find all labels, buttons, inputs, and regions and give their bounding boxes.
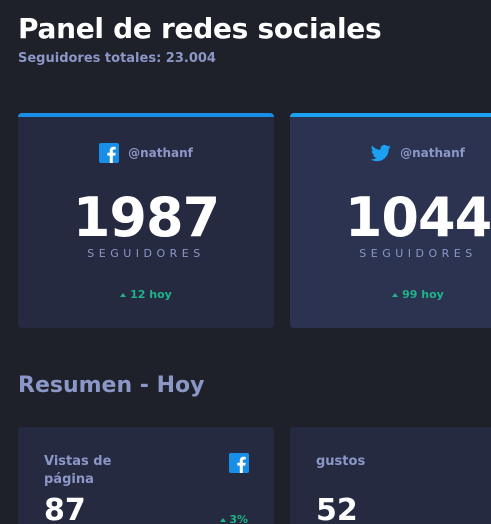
total-followers: Seguidores totales: 23.004 — [18, 51, 216, 66]
facebook-handle-text: @nathanf — [128, 146, 193, 160]
page-views-value: 87 — [44, 493, 86, 524]
page-title: Panel de redes sociales — [18, 12, 382, 45]
facebook-icon — [229, 453, 249, 477]
facebook-icon — [99, 143, 120, 163]
twitter-delta-text: 99 hoy — [402, 288, 444, 301]
up-arrow-icon — [120, 292, 127, 297]
facebook-accent-bar — [18, 113, 274, 117]
twitter-handle-text: @nathanf — [400, 146, 465, 160]
twitter-follower-delta: 99 hoy — [290, 288, 491, 301]
dashboard-page: Panel de redes sociales Seguidores total… — [0, 0, 491, 524]
likes-value: 52 — [316, 493, 358, 524]
likes-title: gustos — [316, 454, 366, 469]
facebook-follower-count: 1987 — [72, 186, 220, 249]
overview-heading: Resumen - Hoy — [18, 373, 205, 398]
up-arrow-icon — [220, 517, 227, 522]
page-views-card[interactable]: Vistas de página 87 3% — [18, 427, 274, 524]
facebook-delta-text: 12 hoy — [130, 288, 172, 301]
likes-card[interactable]: gustos 52 — [290, 427, 491, 524]
page-views-delta: 3% — [220, 513, 248, 524]
facebook-follower-delta: 12 hoy — [18, 288, 274, 301]
page-views-delta-text: 3% — [229, 513, 248, 524]
twitter-handle: @nathanf — [290, 143, 491, 163]
facebook-follower-label: SEGUIDORES — [87, 247, 205, 260]
facebook-followers-card[interactable]: @nathanf 1987 SEGUIDORES 12 hoy — [18, 113, 274, 328]
twitter-follower-label: SEGUIDORES — [359, 247, 477, 260]
page-views-title: Vistas de página — [44, 454, 112, 487]
facebook-handle: @nathanf — [18, 143, 274, 163]
up-arrow-icon — [392, 292, 399, 297]
twitter-follower-count: 1044 — [344, 186, 491, 249]
twitter-icon — [370, 143, 391, 163]
twitter-followers-card[interactable]: @nathanf 1044 SEGUIDORES 99 hoy — [290, 113, 491, 328]
twitter-accent-bar — [290, 113, 491, 117]
